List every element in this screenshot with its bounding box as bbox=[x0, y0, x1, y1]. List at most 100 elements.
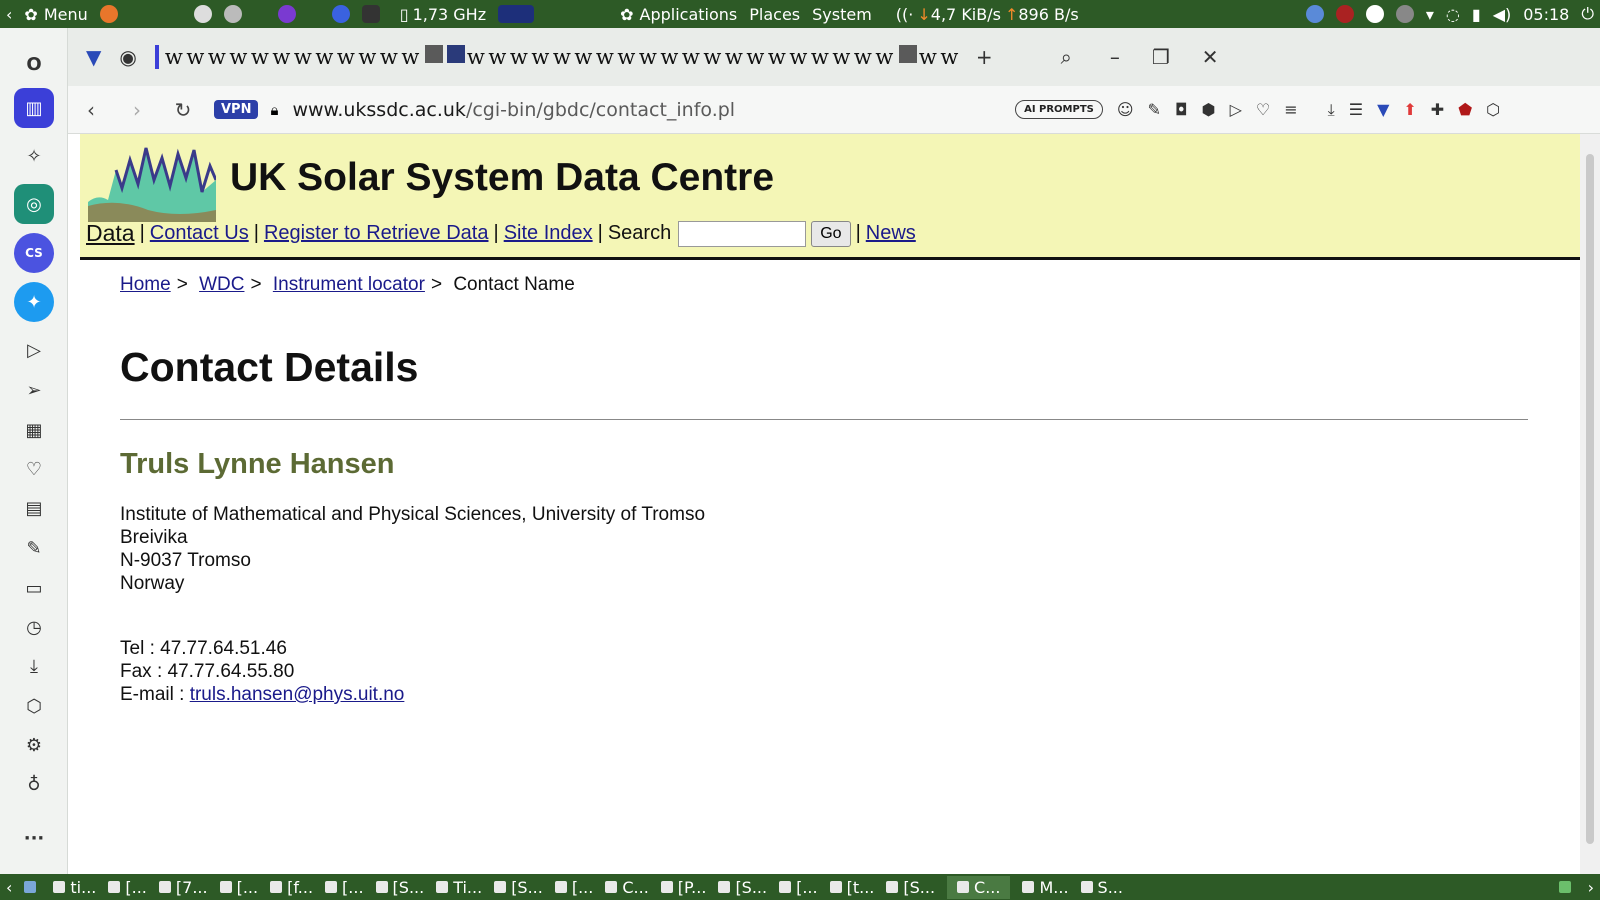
tab-item[interactable]: w bbox=[617, 45, 639, 69]
panel-left-arrow-icon[interactable]: ‹ bbox=[6, 5, 12, 24]
taskbar-window-item[interactable]: Ti... bbox=[436, 876, 482, 899]
tray-update-icon[interactable] bbox=[1395, 5, 1414, 23]
tray-volume-icon[interactable]: ◀) bbox=[1493, 5, 1512, 24]
tab-item[interactable]: w bbox=[251, 45, 273, 69]
minimize-icon[interactable]: – bbox=[1110, 45, 1120, 69]
scroll-thumb[interactable] bbox=[1586, 154, 1594, 844]
aria-icon[interactable]: ✧ bbox=[14, 136, 54, 176]
tab-item[interactable]: w bbox=[401, 45, 423, 69]
snapshot-edit-icon[interactable]: ✎ bbox=[1148, 100, 1161, 119]
taskbar-window-item[interactable]: [... bbox=[108, 876, 147, 899]
places-menu[interactable]: Places bbox=[749, 5, 800, 24]
tab-item[interactable]: w bbox=[510, 45, 532, 69]
tab-item[interactable]: w bbox=[639, 45, 661, 69]
tab-item[interactable]: w bbox=[811, 45, 833, 69]
send-icon[interactable]: ➢ bbox=[14, 370, 54, 410]
firefox-icon[interactable] bbox=[99, 5, 118, 23]
tab-item[interactable]: w bbox=[208, 45, 230, 69]
close-window-icon[interactable]: ✕ bbox=[1202, 45, 1219, 69]
github-icon[interactable]: ◉ bbox=[119, 45, 136, 69]
puzzle-ext-icon[interactable]: ✚ bbox=[1431, 100, 1444, 119]
taskbar-left-arrow-icon[interactable]: ‹ bbox=[6, 878, 12, 897]
color-ext-icon[interactable]: ⬆ bbox=[1403, 100, 1416, 119]
nav-data-link[interactable]: Data bbox=[86, 220, 135, 247]
tab-item[interactable]: w bbox=[768, 45, 790, 69]
opera-icon[interactable] bbox=[331, 5, 350, 23]
launcher-a-icon[interactable] bbox=[193, 5, 212, 23]
taskbar-window-item[interactable]: [P... bbox=[660, 876, 706, 899]
camera-icon[interactable]: ◘ bbox=[1175, 100, 1188, 119]
taskbar-window-item[interactable]: [S... bbox=[886, 876, 935, 899]
ublock-icon[interactable]: ⬟ bbox=[1458, 100, 1472, 119]
tab-item[interactable]: w bbox=[272, 45, 294, 69]
taskbar-window-item[interactable]: [... bbox=[219, 876, 258, 899]
tab-item[interactable]: w bbox=[854, 45, 876, 69]
taskbar-window-item[interactable]: C... bbox=[947, 875, 1011, 899]
terminal-icon[interactable] bbox=[361, 5, 380, 23]
power-icon[interactable]: ⏻ bbox=[1581, 4, 1594, 24]
heart-icon[interactable]: ♡ bbox=[1256, 100, 1270, 119]
tab-item[interactable]: w bbox=[186, 45, 208, 69]
nav-register-link[interactable]: Register to Retrieve Data bbox=[264, 222, 489, 245]
taskbar-window-item[interactable]: [S... bbox=[718, 876, 767, 899]
tray-battery-icon[interactable]: ▮ bbox=[1472, 5, 1481, 24]
tab-item[interactable]: w bbox=[682, 45, 704, 69]
new-tab-icon[interactable]: + bbox=[976, 45, 993, 69]
taskbar-window-item[interactable]: C... bbox=[605, 876, 649, 899]
applications-menu[interactable]: ✿ Applications bbox=[620, 5, 737, 24]
twitter-icon[interactable]: ✦ bbox=[14, 282, 54, 322]
settings-gear-icon[interactable]: ⚙ bbox=[14, 725, 54, 765]
download-icon[interactable]: ⤓ bbox=[1328, 100, 1335, 120]
taskbar-window-item[interactable]: [... bbox=[779, 876, 818, 899]
news-icon[interactable]: ▤ bbox=[14, 488, 54, 528]
purple-app-icon[interactable] bbox=[277, 5, 296, 23]
tips-bulb-icon[interactable]: ♁ bbox=[14, 764, 54, 804]
tab-item[interactable]: w bbox=[531, 45, 553, 69]
tray-wifi-icon[interactable]: ▾ bbox=[1426, 5, 1434, 24]
tab-item[interactable]: w bbox=[832, 45, 854, 69]
speed-dial-icon[interactable]: ▦ bbox=[14, 410, 54, 450]
forward-icon[interactable]: › bbox=[114, 98, 160, 122]
menu-button[interactable]: ✿ Menu bbox=[24, 5, 87, 24]
tray-skype-icon[interactable] bbox=[1365, 5, 1384, 23]
url-field[interactable]: www.ukssdc.ac.uk/cgi-bin/gbdc/contact_in… bbox=[292, 99, 735, 121]
reader-icon[interactable]: ▥ bbox=[14, 88, 54, 128]
shield-icon[interactable]: ⬢ bbox=[1202, 100, 1216, 119]
back-icon[interactable]: ‹ bbox=[68, 98, 114, 122]
tray-app-icon[interactable] bbox=[1305, 5, 1324, 23]
more-options-icon[interactable]: ··· bbox=[14, 818, 54, 858]
battery-saver-icon[interactable]: ≡ bbox=[1284, 100, 1297, 119]
taskbar-window-item[interactable]: [7... bbox=[158, 876, 208, 899]
tab-favicon-icon[interactable] bbox=[424, 45, 443, 63]
reload-icon[interactable]: ↻ bbox=[160, 98, 206, 122]
system-menu[interactable]: System bbox=[812, 5, 872, 24]
tab-item[interactable]: w bbox=[165, 45, 187, 69]
cs-app-icon[interactable]: CS bbox=[14, 233, 54, 273]
emoji-icon[interactable]: ☺ bbox=[1117, 100, 1134, 119]
workspace-vivaldi-icon[interactable]: ▼ bbox=[86, 45, 101, 69]
tab-item[interactable]: w bbox=[294, 45, 316, 69]
cube-ext-icon[interactable]: ⬡ bbox=[1486, 100, 1500, 119]
taskbar-window-item[interactable]: [... bbox=[325, 876, 364, 899]
tab-item[interactable]: w bbox=[919, 45, 941, 69]
clock[interactable]: 05:18 bbox=[1523, 5, 1569, 24]
taskbar-window-item[interactable]: [t... bbox=[829, 876, 874, 899]
breadcrumb-wdc-link[interactable]: WDC bbox=[199, 274, 244, 295]
tab-item[interactable]: w bbox=[746, 45, 768, 69]
taskbar-right-arrow-icon[interactable]: › bbox=[1588, 878, 1594, 897]
tabs-icon[interactable]: ▭ bbox=[14, 568, 54, 608]
tab-item[interactable]: w bbox=[358, 45, 380, 69]
tab-item[interactable]: w bbox=[488, 45, 510, 69]
ai-prompts-button[interactable]: AI PROMPTS bbox=[1015, 100, 1103, 119]
opera-logo-icon[interactable]: O bbox=[14, 44, 54, 84]
extensions-cube-icon[interactable]: ⬡ bbox=[14, 686, 54, 726]
nav-contact-link[interactable]: Contact Us bbox=[150, 222, 249, 245]
edit-icon[interactable]: ✎ bbox=[14, 528, 54, 568]
tab-item[interactable]: w bbox=[725, 45, 747, 69]
nav-site-index-link[interactable]: Site Index bbox=[504, 222, 593, 245]
search-input[interactable] bbox=[678, 220, 807, 247]
tab-item[interactable]: w bbox=[467, 45, 489, 69]
page-scrollbar[interactable] bbox=[1580, 134, 1600, 874]
player-icon[interactable]: ▷ bbox=[14, 330, 54, 370]
tab-item[interactable]: w bbox=[574, 45, 596, 69]
